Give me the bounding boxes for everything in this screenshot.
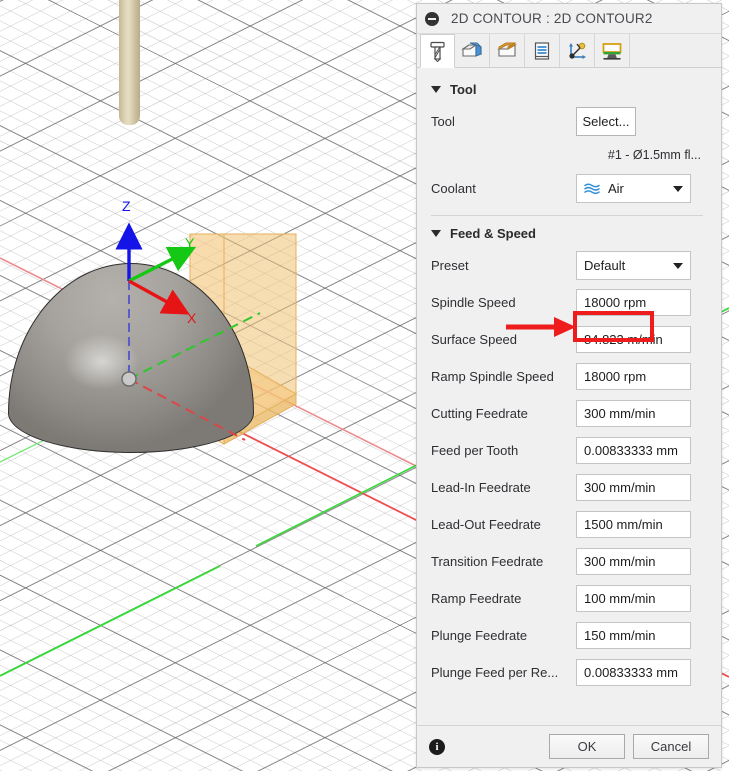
dialog-footer: i OK Cancel	[417, 725, 721, 767]
section-title-tool: Tool	[450, 82, 477, 97]
axis-label-y: Y	[185, 235, 195, 251]
tab-geometry[interactable]	[455, 34, 490, 67]
tab-linking[interactable]	[560, 34, 595, 67]
spindle-speed-input[interactable]: 18000 rpm	[576, 289, 691, 316]
dialog-body: Tool Tool Select... #1 - Ø1.5mm fl... Co…	[417, 68, 721, 725]
preset-value: Default	[584, 258, 626, 273]
coolant-value: Air	[608, 181, 624, 196]
row-plunge-feedrate: Plunge Feedrate 150 mm/min	[417, 617, 721, 654]
label-plunge-feedrate: Plunge Feedrate	[431, 628, 528, 643]
footer-button-group: OK Cancel	[549, 734, 709, 759]
row-lead-in-feedrate: Lead-In Feedrate 300 mm/min	[417, 469, 721, 506]
cancel-button[interactable]: Cancel	[633, 734, 709, 759]
coolant-wave-icon	[584, 182, 601, 195]
row-spindle-speed: Spindle Speed 18000 rpm	[417, 284, 721, 321]
row-coolant: Coolant Air	[417, 170, 721, 207]
surface-speed-input[interactable]: 84.823 m/min	[576, 326, 691, 353]
ok-button[interactable]: OK	[549, 734, 625, 759]
label-plunge-feed-per-rev: Plunge Feed per Re...	[431, 665, 559, 680]
ramp-spindle-speed-input[interactable]: 18000 rpm	[576, 363, 691, 390]
row-transition-feedrate: Transition Feedrate 300 mm/min	[417, 543, 721, 580]
passes-layers-icon	[534, 41, 550, 60]
tool-select-button[interactable]: Select...	[576, 107, 636, 136]
label-coolant: Coolant	[431, 181, 476, 196]
tab-tool[interactable]	[420, 34, 455, 68]
section-header-tool[interactable]: Tool	[417, 76, 721, 103]
row-feed-per-tooth: Feed per Tooth 0.00833333 mm	[417, 432, 721, 469]
label-preset: Preset	[431, 258, 469, 273]
label-feed-per-tooth: Feed per Tooth	[431, 443, 519, 458]
plunge-feed-per-rev-input[interactable]: 0.00833333 mm	[576, 659, 691, 686]
label-ramp-feedrate: Ramp Feedrate	[431, 591, 522, 606]
axis-label-z: Z	[122, 198, 131, 214]
row-ramp-feedrate: Ramp Feedrate 100 mm/min	[417, 580, 721, 617]
lead-in-feedrate-input[interactable]: 300 mm/min	[576, 474, 691, 501]
dialog-title: 2D CONTOUR : 2D CONTOUR2	[451, 11, 653, 26]
row-lead-out-feedrate: Lead-Out Feedrate 1500 mm/min	[417, 506, 721, 543]
endmill-tool-icon	[430, 41, 445, 62]
stock-bracket-icon	[602, 42, 622, 60]
ramp-feedrate-input[interactable]: 100 mm/min	[576, 585, 691, 612]
row-tool-description: #1 - Ø1.5mm fl...	[417, 140, 721, 170]
feed-per-tooth-input[interactable]: 0.00833333 mm	[576, 437, 691, 464]
row-preset: Preset Default	[417, 247, 721, 284]
label-cutting-feedrate: Cutting Feedrate	[431, 406, 528, 421]
caret-down-icon	[431, 86, 441, 93]
row-ramp-spindle-speed: Ramp Spindle Speed 18000 rpm	[417, 358, 721, 395]
transition-feedrate-input[interactable]: 300 mm/min	[576, 548, 691, 575]
row-surface-speed: Surface Speed 84.823 m/min	[417, 321, 721, 358]
info-icon[interactable]: i	[429, 738, 445, 755]
plunge-feedrate-input[interactable]: 150 mm/min	[576, 622, 691, 649]
endmill-tool-icon	[119, 0, 140, 125]
linking-vector-icon	[569, 42, 586, 59]
axis-label-x: X	[187, 310, 197, 326]
heights-cube-icon	[496, 41, 518, 57]
row-cutting-feedrate: Cutting Feedrate 300 mm/min	[417, 395, 721, 432]
label-surface-speed: Surface Speed	[431, 332, 518, 347]
row-tool: Tool Select...	[417, 103, 721, 140]
label-lead-out-feedrate: Lead-Out Feedrate	[431, 517, 541, 532]
section-header-feed-and-speed[interactable]: Feed & Speed	[417, 220, 721, 247]
label-lead-in-feedrate: Lead-In Feedrate	[431, 480, 531, 495]
coolant-dropdown[interactable]: Air	[576, 174, 691, 203]
cutting-feedrate-input[interactable]: 300 mm/min	[576, 400, 691, 427]
tab-passes[interactable]	[525, 34, 560, 67]
tab-heights[interactable]	[490, 34, 525, 67]
label-transition-feedrate: Transition Feedrate	[431, 554, 544, 569]
collapse-minus-icon[interactable]	[425, 11, 439, 26]
label-ramp-spindle-speed: Ramp Spindle Speed	[431, 369, 554, 384]
section-title-feed-and-speed: Feed & Speed	[450, 226, 536, 241]
label-tool: Tool	[431, 114, 455, 129]
lead-out-feedrate-input[interactable]: 1500 mm/min	[576, 511, 691, 538]
tool-description: #1 - Ø1.5mm fl...	[607, 148, 701, 162]
dialog-titlebar[interactable]: 2D CONTOUR : 2D CONTOUR2	[417, 4, 721, 34]
row-plunge-feed-per-rev: Plunge Feed per Re... 0.00833333 mm	[417, 654, 721, 691]
tab-stock[interactable]	[595, 34, 630, 67]
fusion-cam-window: Z Y X 2D CONTOUR : 2D CONTOUR2 Tool Tool…	[0, 0, 729, 771]
section-divider	[431, 215, 703, 216]
preset-dropdown[interactable]: Default	[576, 251, 691, 280]
panel-scrollbar[interactable]	[714, 68, 720, 725]
dialog-tabstrip	[417, 34, 721, 68]
label-spindle-speed: Spindle Speed	[431, 295, 516, 310]
operation-dialog: 2D CONTOUR : 2D CONTOUR2 Tool Tool Selec…	[416, 3, 722, 768]
caret-down-icon	[431, 230, 441, 237]
chevron-down-icon	[673, 262, 683, 269]
geometry-cube-icon	[461, 41, 482, 57]
chevron-down-icon	[673, 185, 683, 192]
